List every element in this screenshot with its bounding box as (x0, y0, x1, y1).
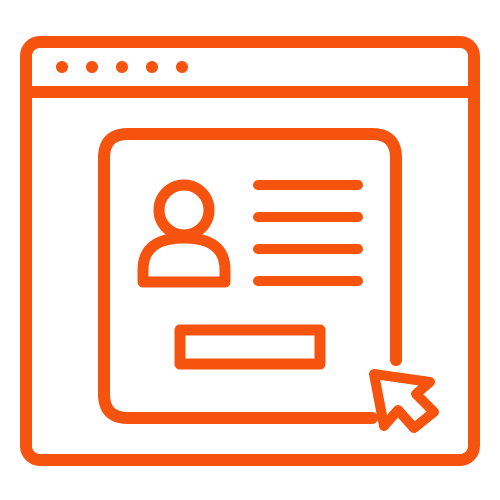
window-control-dot (56, 61, 68, 73)
window-control-dot (176, 61, 188, 73)
user-avatar-icon (137, 179, 231, 288)
icon-canvas (0, 0, 500, 500)
user-profile-web-page-icon (20, 36, 480, 466)
window-control-dots (56, 61, 188, 73)
browser-window-frame (20, 36, 480, 466)
window-control-dot (116, 61, 128, 73)
profile-action-button (174, 324, 326, 370)
cursor-arrow-icon (369, 369, 439, 433)
window-control-dot (146, 61, 158, 73)
window-control-dot (86, 61, 98, 73)
avatar-head (153, 179, 215, 241)
avatar-body (137, 232, 231, 288)
profile-text-lines (253, 180, 363, 286)
